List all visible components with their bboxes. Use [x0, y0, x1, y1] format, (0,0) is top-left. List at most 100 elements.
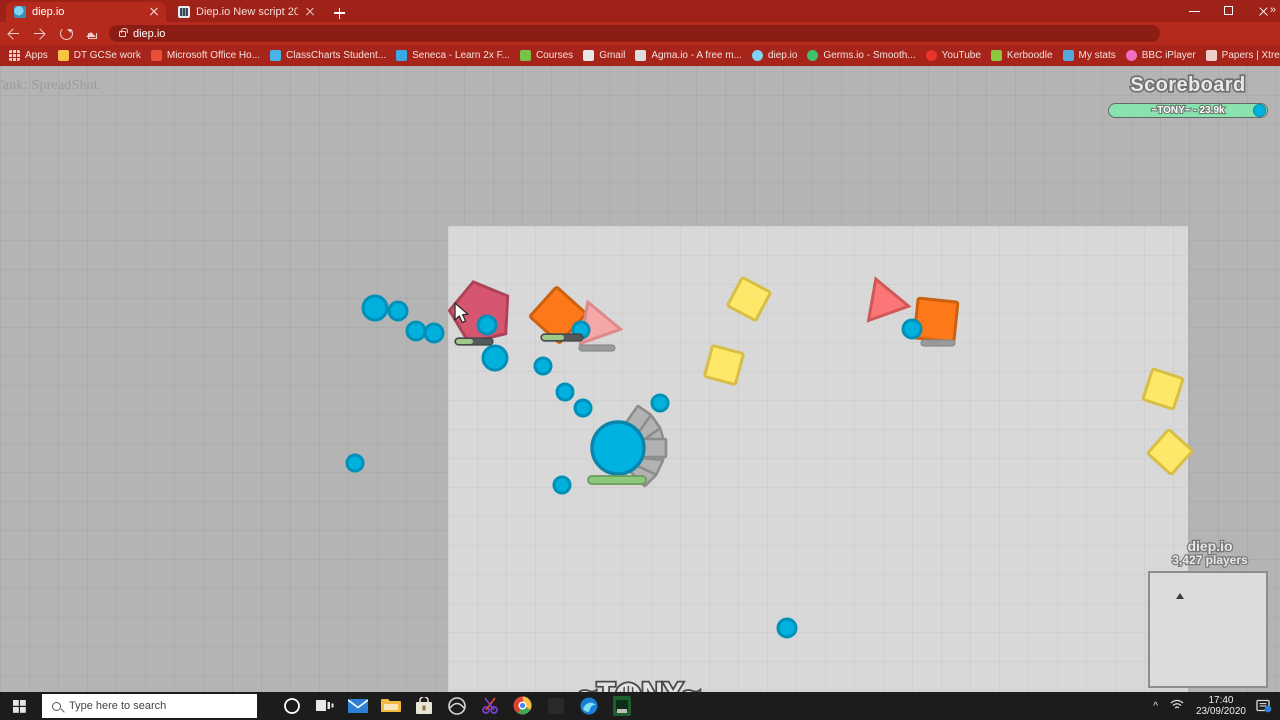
bookmark-item[interactable]: Kerboodle [987, 47, 1059, 65]
tab-pastebin[interactable]: Diep.io New script 2020 - Pasteb [170, 2, 322, 22]
tab-close-icon[interactable] [304, 6, 316, 18]
minimap[interactable]: diep.io 3,427 players [1148, 537, 1272, 688]
search-placeholder: Type here to search [69, 700, 167, 712]
scoreboard-entry-name: ~TONY~ - 23.9k [1150, 104, 1225, 117]
tab-close-icon[interactable] [148, 6, 160, 18]
search-input[interactable]: Type here to search [42, 694, 257, 718]
bookmark-label: BBC iPlayer [1141, 50, 1196, 61]
tab-title: Diep.io New script 2020 - Pasteb [196, 6, 298, 18]
bookmark-label: ClassCharts Student... [286, 50, 387, 61]
reload-icon[interactable] [52, 22, 78, 45]
windows-logo-icon [13, 700, 26, 713]
bookmark-label: DT GCSe work [73, 50, 141, 61]
game-canvas[interactable]: Tank: SpreadShot Scoreboard ~TONY~ - 23.… [0, 66, 1280, 692]
player-health-bar [587, 475, 647, 485]
bookmark-item[interactable]: Seneca - Learn 2x F... [392, 47, 516, 65]
minimap-box[interactable] [1148, 571, 1268, 688]
scoreboard: Scoreboard ~TONY~ - 23.9k [1108, 72, 1268, 118]
player-name: ~T◍NY~ [498, 676, 782, 692]
bookmark-item[interactable]: Papers | XtremePap... [1202, 47, 1280, 65]
scoreboard-entry: ~TONY~ - 23.9k [1108, 103, 1268, 118]
window-minimize-button[interactable] [1178, 0, 1212, 22]
bookmark-label: Seneca - Learn 2x F... [412, 50, 510, 61]
bookmarks-overflow-icon[interactable]: » [1270, 4, 1276, 16]
home-icon[interactable] [78, 22, 104, 45]
agma-icon [635, 50, 647, 61]
mail-icon[interactable] [341, 692, 374, 720]
bookmark-label: Courses [535, 50, 574, 61]
shape-triangle-red [866, 276, 912, 323]
shape-square-yellow [1146, 428, 1194, 476]
youtube-icon [925, 50, 937, 61]
dark-app-icon[interactable] [539, 692, 572, 720]
shape-health-bar [920, 339, 956, 347]
tab-title: diep.io [32, 6, 65, 18]
bookmark-item[interactable]: Courses [516, 47, 579, 65]
player-nameplate: ~T◍NY~ Score: 23,991 Lvl 45 Spread Shot [498, 676, 782, 692]
task-view-icon[interactable] [308, 692, 341, 720]
tab-diep-io[interactable]: diep.io [6, 2, 166, 22]
bookmark-label: Germs.io - Smooth... [823, 50, 916, 61]
edge-icon[interactable] [572, 692, 605, 720]
tray-chevron-icon[interactable]: ^ [1153, 701, 1158, 712]
bookmarks-bar: Apps DT GCSe work Microsoft Office Ho... Cl… [0, 45, 1280, 66]
xtremepapers-icon [1205, 50, 1217, 61]
germsio-icon [807, 50, 819, 61]
start-button[interactable] [0, 692, 42, 720]
bookmark-label: Gmail [599, 50, 626, 61]
tank-body [590, 420, 646, 476]
bookmark-item[interactable]: YouTube [922, 47, 987, 65]
bookmark-label: Agma.io - A free m... [651, 50, 742, 61]
bookmark-label: My stats [1078, 50, 1116, 61]
back-icon[interactable] [0, 22, 26, 45]
store-icon[interactable] [407, 692, 440, 720]
shape-square-yellow [1141, 367, 1185, 411]
screen: diep.io Diep.io New script 2020 - Pasteb… [0, 0, 1280, 720]
shape-square-yellow [726, 276, 772, 322]
seneca-icon [396, 50, 408, 61]
edge-legacy-icon[interactable] [440, 692, 473, 720]
bullets-group [345, 294, 923, 639]
clock[interactable]: 17:40 23/09/2020 [1196, 695, 1246, 717]
shape-health-bar [454, 337, 494, 346]
wifi-icon[interactable] [1170, 699, 1184, 713]
tank-class-label: Tank: SpreadShot [0, 78, 98, 93]
bookmark-item[interactable]: Microsoft Office Ho... [147, 47, 266, 65]
scoreboard-title: Scoreboard [1129, 72, 1247, 97]
folder-icon [57, 50, 69, 61]
cortana-icon[interactable] [275, 692, 308, 720]
bookmark-label: Apps [25, 50, 48, 61]
file-explorer-icon[interactable] [374, 692, 407, 720]
browser-chrome: diep.io Diep.io New script 2020 - Pasteb… [0, 0, 1280, 66]
player-position-arrow-icon [1176, 593, 1184, 599]
kerboodle-icon [990, 50, 1002, 61]
windows-taskbar: Type here to search ^ 17:40 23/09/2020 [0, 692, 1280, 720]
navigation-bar: diep.io [0, 22, 1280, 62]
snip-sketch-icon[interactable] [473, 692, 506, 720]
bookmark-item[interactable]: diep.io [748, 47, 803, 65]
action-center-icon[interactable] [1256, 699, 1272, 713]
bookmark-item[interactable]: Agma.io - A free m... [631, 47, 748, 65]
minimap-title: diep.io [1186, 537, 1234, 556]
bookmark-item[interactable]: BBC iPlayer [1122, 47, 1202, 65]
bookmark-item[interactable]: DT GCSe work [54, 47, 147, 65]
shape-square-orange [912, 296, 960, 344]
new-tab-button[interactable] [330, 4, 348, 22]
bookmark-label: YouTube [941, 50, 981, 61]
tab-strip: diep.io Diep.io New script 2020 - Pasteb [0, 0, 1280, 22]
bookmark-item[interactable]: Gmail [579, 47, 631, 65]
bookmark-item[interactable]: My stats [1059, 47, 1122, 65]
bookmark-item[interactable]: Apps [5, 47, 54, 65]
office-icon [150, 50, 162, 61]
courses-icon [519, 50, 531, 61]
window-maximize-button[interactable] [1212, 0, 1246, 22]
bookmark-item[interactable]: ClassCharts Student... [266, 47, 392, 65]
search-icon [52, 701, 61, 711]
bookmark-item[interactable]: Germs.io - Smooth... [803, 47, 921, 65]
chrome-icon[interactable] [506, 692, 539, 720]
forward-icon[interactable] [26, 22, 52, 45]
clock-date: 23/09/2020 [1195, 706, 1246, 717]
clock-time: 17:40 [1208, 695, 1234, 706]
address-bar[interactable]: diep.io [109, 25, 1160, 42]
video-editor-icon[interactable] [605, 692, 638, 720]
